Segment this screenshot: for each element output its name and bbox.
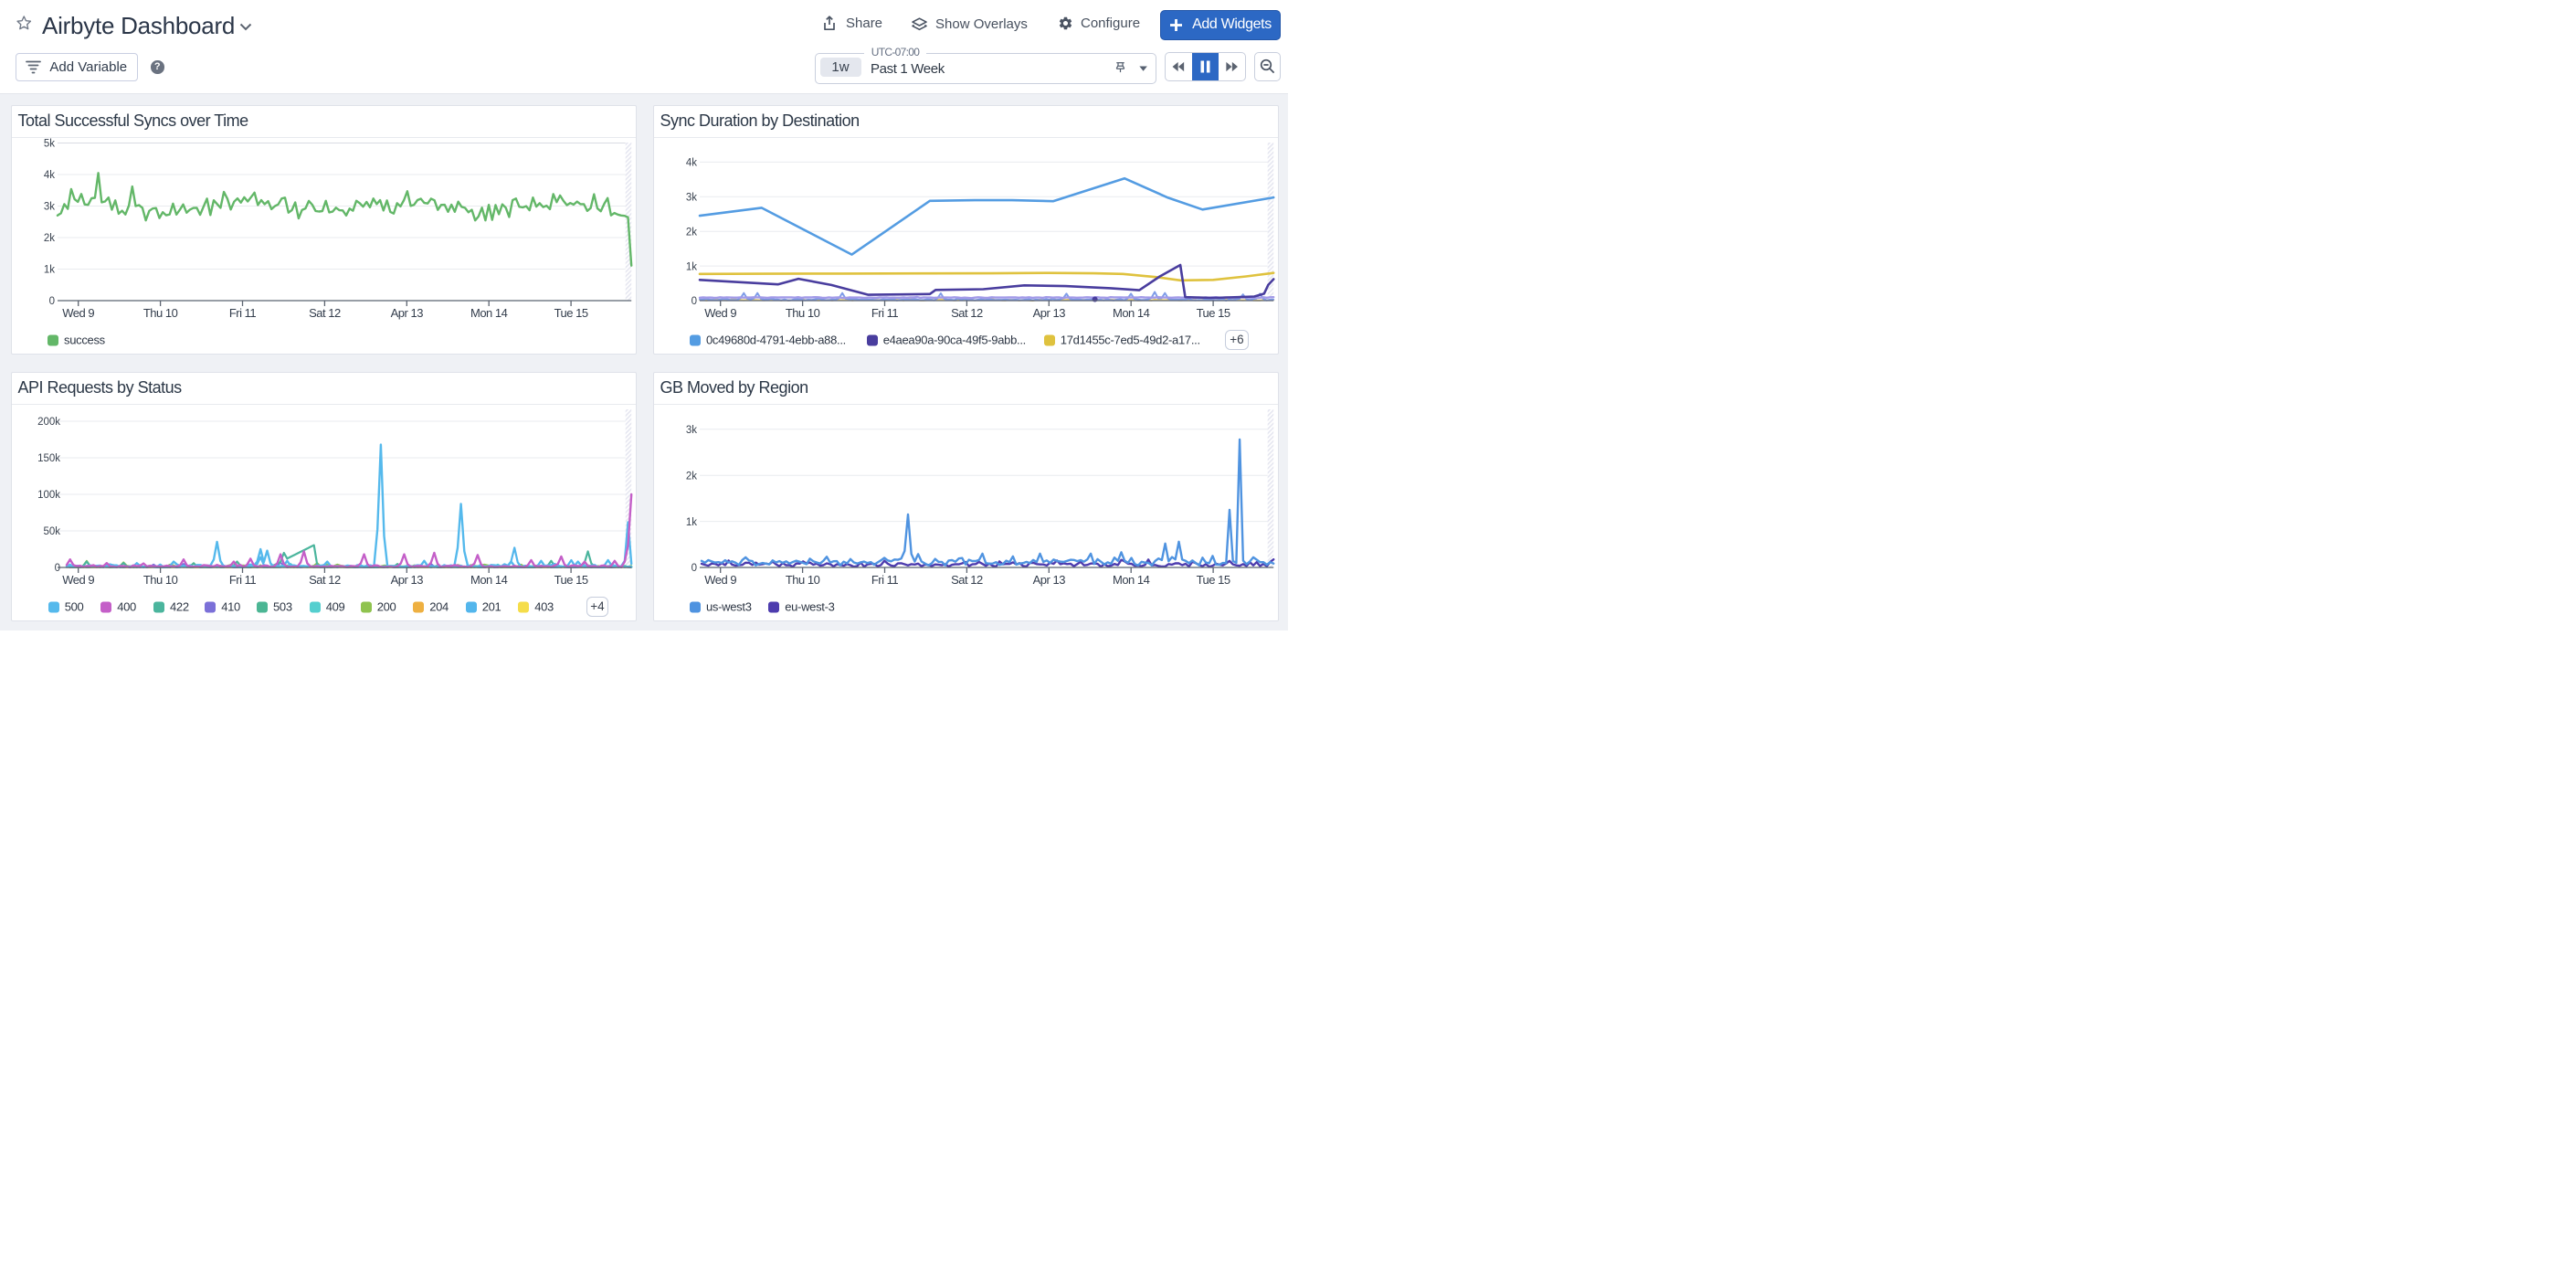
svg-text:0: 0 <box>692 296 697 307</box>
svg-text:Mon 14: Mon 14 <box>470 306 508 320</box>
svg-text:Sat 12: Sat 12 <box>309 306 341 320</box>
svg-text:Apr 13: Apr 13 <box>391 306 424 320</box>
svg-text:Fri 11: Fri 11 <box>871 573 899 587</box>
svg-text:Thu 10: Thu 10 <box>786 306 820 320</box>
svg-text:Thu 10: Thu 10 <box>786 573 820 587</box>
svg-text:Sat 12: Sat 12 <box>309 573 341 587</box>
svg-text:3k: 3k <box>686 425 697 436</box>
svg-text:Fri 11: Fri 11 <box>229 573 257 587</box>
svg-text:Mon 14: Mon 14 <box>470 573 508 587</box>
svg-text:Tue 15: Tue 15 <box>554 573 588 587</box>
svg-text:150k: 150k <box>37 453 60 464</box>
svg-text:50k: 50k <box>43 526 60 537</box>
svg-text:Apr 13: Apr 13 <box>1033 306 1066 320</box>
svg-text:3k: 3k <box>44 202 55 213</box>
svg-text:0: 0 <box>49 296 55 307</box>
svg-text:4k: 4k <box>686 158 697 169</box>
svg-text:1k: 1k <box>44 265 55 276</box>
svg-text:2k: 2k <box>686 227 697 238</box>
svg-text:1k: 1k <box>686 261 697 272</box>
svg-text:Tue 15: Tue 15 <box>1197 573 1230 587</box>
svg-text:5k: 5k <box>44 139 55 150</box>
svg-text:Sat 12: Sat 12 <box>951 573 983 587</box>
svg-text:Thu 10: Thu 10 <box>143 573 178 587</box>
svg-text:Thu 10: Thu 10 <box>143 306 178 320</box>
svg-text:Sat 12: Sat 12 <box>951 306 983 320</box>
svg-text:Mon 14: Mon 14 <box>1113 573 1150 587</box>
svg-text:Apr 13: Apr 13 <box>391 573 424 587</box>
svg-text:Fri 11: Fri 11 <box>871 306 899 320</box>
svg-text:Wed 9: Wed 9 <box>62 573 94 587</box>
svg-text:Fri 11: Fri 11 <box>229 306 257 320</box>
svg-text:Wed 9: Wed 9 <box>704 306 736 320</box>
svg-text:Tue 15: Tue 15 <box>1197 306 1230 320</box>
svg-text:2k: 2k <box>686 471 697 482</box>
svg-text:200k: 200k <box>37 417 60 428</box>
svg-text:0: 0 <box>692 563 697 574</box>
svg-text:0: 0 <box>55 563 60 574</box>
svg-text:Wed 9: Wed 9 <box>704 573 736 587</box>
svg-text:1k: 1k <box>686 517 697 528</box>
svg-text:Wed 9: Wed 9 <box>62 306 94 320</box>
svg-text:Apr 13: Apr 13 <box>1033 573 1066 587</box>
svg-text:2k: 2k <box>44 233 55 244</box>
svg-text:100k: 100k <box>37 490 60 501</box>
svg-text:Mon 14: Mon 14 <box>1113 306 1150 320</box>
svg-text:3k: 3k <box>686 193 697 204</box>
svg-text:Tue 15: Tue 15 <box>554 306 588 320</box>
svg-text:4k: 4k <box>44 170 55 181</box>
